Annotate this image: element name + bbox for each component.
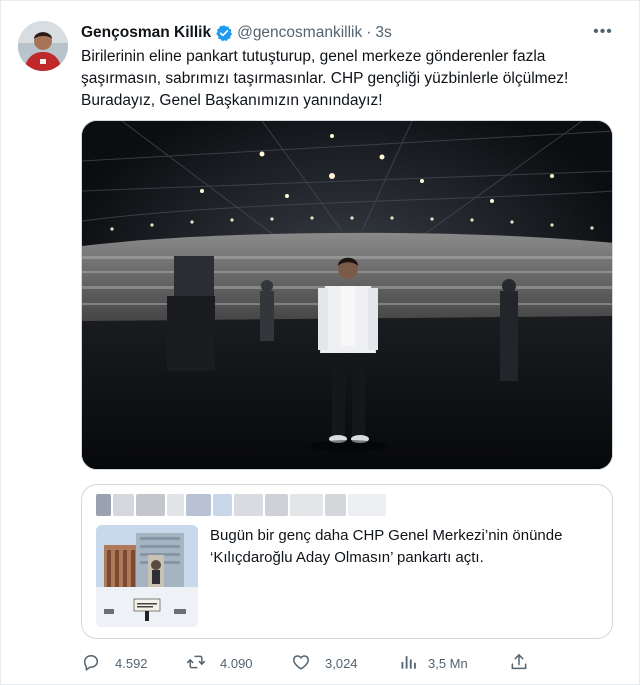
- author-name[interactable]: Gençosman Killik: [81, 24, 211, 42]
- quoted-photo[interactable]: [96, 525, 198, 627]
- reply-button[interactable]: 4.592: [81, 651, 148, 675]
- tweet-text-line: şaşırmasın, sabrımızı taşırmasınlar. CHP…: [81, 70, 569, 87]
- quoted-tweet-text: Bugün bir genç daha CHP Genel Merkezi’ni…: [210, 525, 600, 569]
- tweet-card: Gençosman Killik @gencosmankillik · 3s •…: [0, 0, 640, 685]
- quoted-text-line: Bugün bir genç daha CHP Genel Merkezi’ni…: [210, 527, 563, 544]
- tweet-actions: 4.592 4.090 3,024 3,5 Mn: [81, 651, 541, 675]
- views-icon: [399, 652, 419, 675]
- avatar[interactable]: [18, 21, 68, 71]
- more-icon[interactable]: •••: [592, 23, 614, 41]
- like-icon: [291, 652, 311, 675]
- author-handle[interactable]: @gencosmankillik: [237, 24, 362, 42]
- reply-icon: [81, 652, 101, 675]
- tweet-header: Gençosman Killik @gencosmankillik · 3s: [81, 22, 392, 44]
- quoted-tweet[interactable]: Bugün bir genç daha CHP Genel Merkezi’ni…: [81, 484, 613, 639]
- share-button[interactable]: [509, 651, 529, 675]
- retweet-count: 4.090: [220, 655, 253, 671]
- retweet-icon: [186, 652, 206, 675]
- like-count: 3,024: [325, 655, 358, 671]
- views-count: 3,5 Mn: [428, 655, 468, 671]
- verified-badge-icon: [215, 24, 233, 42]
- tweet-timestamp[interactable]: 3s: [375, 24, 391, 42]
- share-icon: [509, 652, 529, 675]
- views-button[interactable]: 3,5 Mn: [399, 651, 468, 675]
- tweet-text-line: Birilerinin eline pankart tutuşturup, ge…: [81, 48, 546, 65]
- tweet-text: Birilerinin eline pankart tutuşturup, ge…: [81, 46, 616, 112]
- retweet-button[interactable]: 4.090: [186, 651, 253, 675]
- reply-count: 4.592: [115, 655, 148, 671]
- quoted-author-redacted: [96, 494, 386, 516]
- quoted-text-line: ‘Kılıçdaroğlu Aday Olmasın’ pankartı açt…: [210, 549, 484, 566]
- separator-dot: ·: [366, 24, 372, 41]
- tweet-text-line: Buradayız, Genel Başkanımızın yanındayız…: [81, 92, 383, 109]
- tweet-photo[interactable]: [81, 120, 613, 470]
- like-button[interactable]: 3,024: [291, 651, 358, 675]
